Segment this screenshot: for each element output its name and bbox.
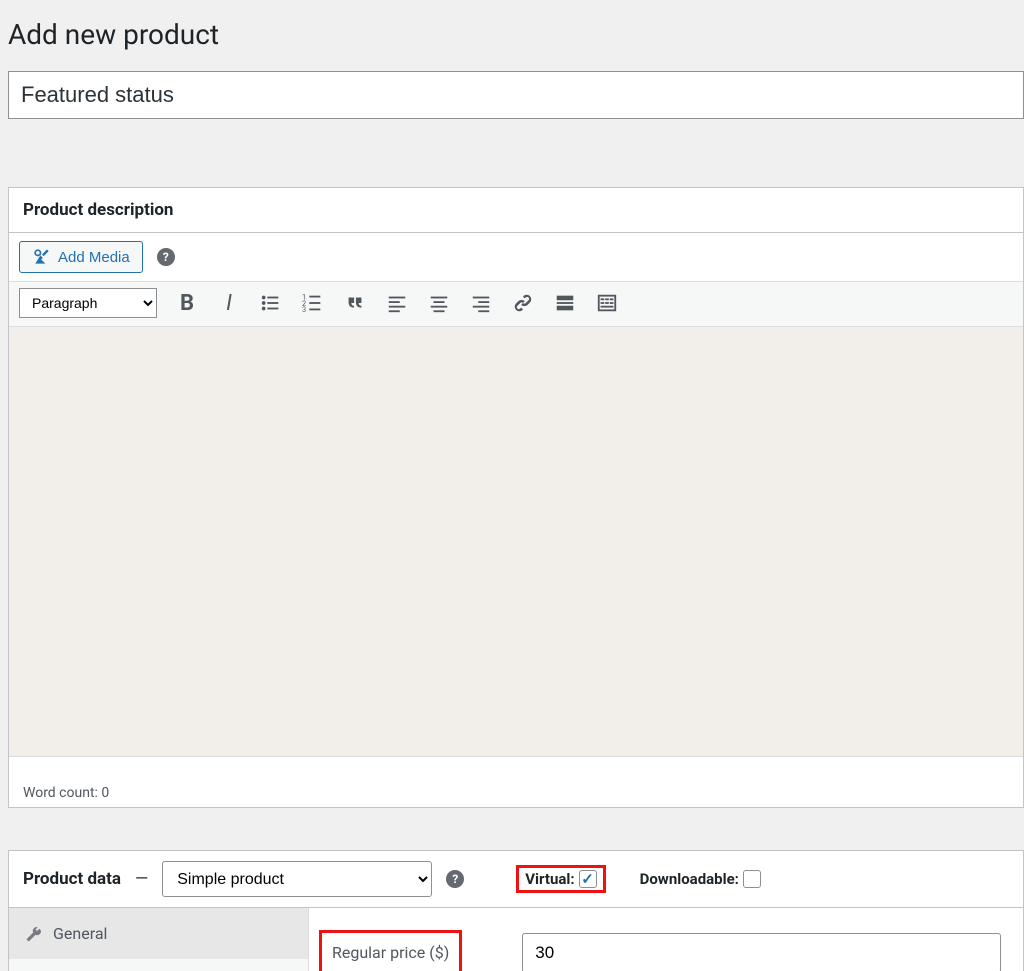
align-right-button[interactable] [469,291,493,315]
blockquote-button[interactable] [343,291,367,315]
downloadable-flag: Downloadable: [640,870,761,888]
paragraph-format-select[interactable]: Paragraph [19,288,157,318]
regular-price-label: Regular price ($) [319,930,462,971]
align-center-button[interactable] [427,291,451,315]
toolbar-toggle-button[interactable] [595,291,619,315]
product-data-panel: Product data — Simple product ? Virtual:… [8,850,1024,971]
virtual-checkbox[interactable] [579,870,597,888]
product-data-heading: Product data — Simple product ? Virtual:… [9,851,1023,908]
downloadable-checkbox[interactable] [743,870,761,888]
link-button[interactable] [511,291,535,315]
align-left-button[interactable] [385,291,409,315]
bold-button[interactable]: B [175,291,199,315]
read-more-button[interactable] [553,291,577,315]
product-description-heading: Product description [9,188,1023,233]
product-data-label: Product data [23,869,121,889]
editor-gap [9,757,1023,779]
add-media-label: Add Media [58,249,130,266]
product-data-tabs: General [9,908,309,971]
italic-button[interactable]: I [217,291,241,315]
numbered-list-button[interactable]: 123 [301,291,325,315]
product-type-select[interactable]: Simple product [162,861,432,897]
general-tab-fields: Regular price ($) [309,908,1023,971]
word-count-label: Word count: 0 [9,779,1023,807]
dash-separator: — [135,869,148,889]
product-title-input[interactable] [8,71,1024,119]
downloadable-label: Downloadable: [640,870,739,888]
add-media-button[interactable]: Add Media [19,241,143,273]
virtual-label: Virtual: [525,870,574,888]
product-description-panel: Product description Add Media ? Paragrap… [8,187,1024,808]
regular-price-input[interactable] [522,933,1001,971]
svg-text:3: 3 [302,305,306,314]
page-heading: Add new product [0,0,1024,71]
tab-general[interactable]: General [9,908,308,959]
editor-toolbar: Paragraph B I 123 [9,281,1023,327]
description-editor[interactable] [9,327,1023,757]
wrench-icon [25,925,43,943]
bullet-list-button[interactable] [259,291,283,315]
help-icon[interactable]: ? [157,248,175,266]
media-icon [32,247,52,267]
product-type-help-icon[interactable]: ? [446,870,464,888]
virtual-flag-highlight: Virtual: [516,865,605,893]
tab-general-label: General [53,924,107,943]
